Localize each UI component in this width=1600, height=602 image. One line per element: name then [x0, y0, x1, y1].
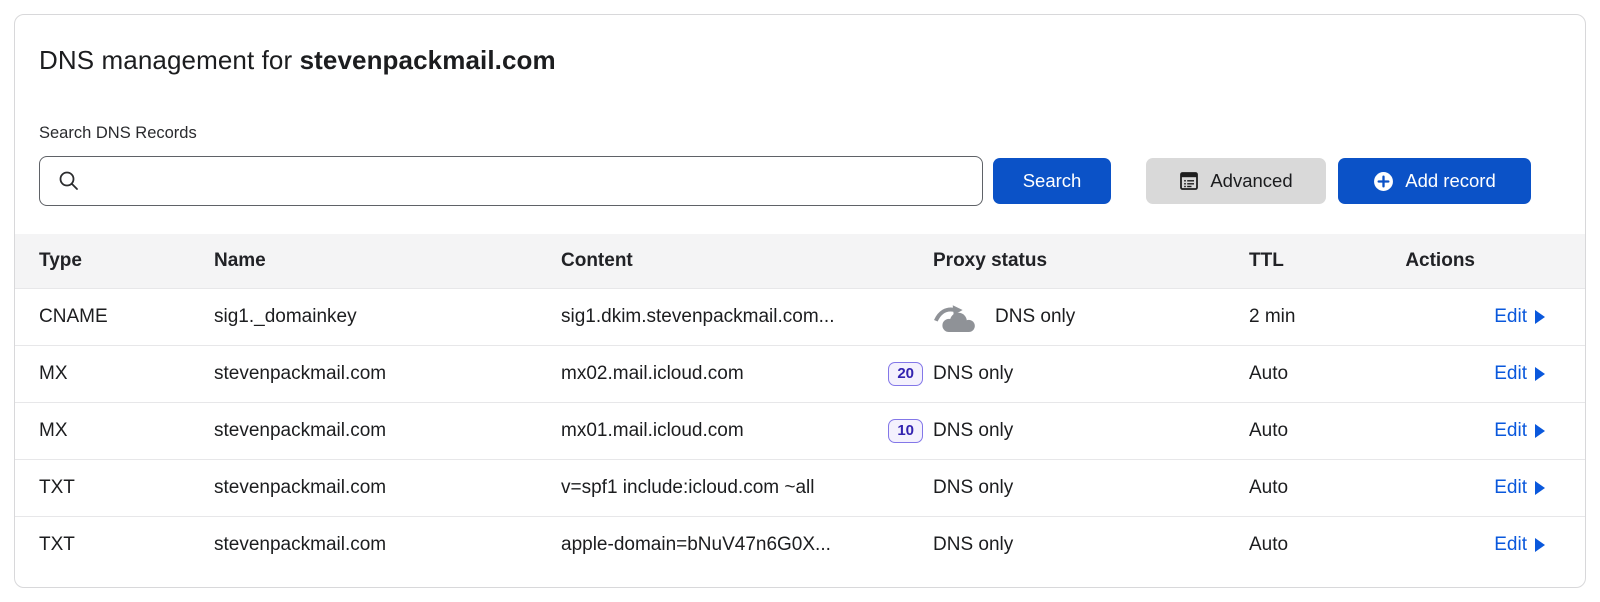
mx-priority-badge: 10 [888, 419, 923, 444]
mx-priority-badge: 20 [888, 362, 923, 387]
column-header-proxy-status: Proxy status [933, 250, 1249, 272]
advanced-button-label: Advanced [1210, 170, 1292, 192]
table-row: CNAME sig1._domainkey sig1.dkim.stevenpa… [15, 288, 1585, 345]
add-record-button-label: Add record [1405, 170, 1496, 192]
record-ttl: Auto [1249, 534, 1391, 556]
column-header-content: Content [561, 250, 933, 272]
edit-record-button[interactable]: Edit [1494, 477, 1545, 499]
dns-management-card: DNS management for stevenpackmail.com Se… [14, 14, 1586, 588]
search-controls: Search Advanced Add record [39, 156, 1585, 206]
record-name: stevenpackmail.com [214, 534, 561, 556]
right-triangle-icon [1535, 310, 1545, 324]
edit-record-button[interactable]: Edit [1494, 420, 1545, 442]
page-title: DNS management for stevenpackmail.com [39, 45, 1561, 76]
record-type: MX [39, 363, 214, 385]
record-content: mx02.mail.icloud.com [561, 363, 744, 385]
plus-circle-icon [1373, 171, 1394, 192]
column-header-name: Name [214, 250, 561, 272]
record-ttl: Auto [1249, 477, 1391, 499]
record-type: CNAME [39, 306, 214, 328]
edit-label: Edit [1494, 306, 1527, 328]
proxy-status-text: DNS only [933, 534, 1013, 556]
right-triangle-icon [1535, 424, 1545, 438]
search-dns-records-label: Search DNS Records [39, 124, 1561, 143]
record-name: stevenpackmail.com [214, 420, 561, 442]
column-header-type: Type [39, 250, 214, 272]
column-header-ttl: TTL [1249, 250, 1391, 272]
page-title-domain: stevenpackmail.com [300, 45, 556, 75]
table-row: MX stevenpackmail.com mx02.mail.icloud.c… [15, 345, 1585, 402]
edit-record-button[interactable]: Edit [1494, 363, 1545, 385]
record-proxy-status: DNS only [933, 363, 1249, 385]
record-content: v=spf1 include:icloud.com ~all [561, 477, 814, 499]
edit-record-button[interactable]: Edit [1494, 306, 1545, 328]
right-triangle-icon [1535, 538, 1545, 552]
record-name: stevenpackmail.com [214, 363, 561, 385]
record-ttl: 2 min [1249, 306, 1391, 328]
advanced-button[interactable]: Advanced [1146, 158, 1326, 204]
record-proxy-status: DNS only [933, 534, 1249, 556]
gray-cloud-arrow-icon [933, 301, 980, 333]
proxy-status-text: DNS only [995, 306, 1075, 328]
record-type: TXT [39, 477, 214, 499]
table-body: CNAME sig1._domainkey sig1.dkim.stevenpa… [15, 288, 1585, 573]
table-header-row: Type Name Content Proxy status TTL Actio… [15, 234, 1585, 288]
right-triangle-icon [1535, 367, 1545, 381]
record-name: sig1._domainkey [214, 306, 561, 328]
edit-label: Edit [1494, 363, 1527, 385]
list-document-icon [1179, 171, 1199, 191]
dns-records-table: Type Name Content Proxy status TTL Actio… [15, 234, 1585, 573]
table-row: MX stevenpackmail.com mx01.mail.icloud.c… [15, 402, 1585, 459]
search-input[interactable] [39, 156, 983, 206]
edit-record-button[interactable]: Edit [1494, 534, 1545, 556]
search-box [39, 156, 983, 206]
search-button[interactable]: Search [993, 158, 1111, 204]
record-ttl: Auto [1249, 420, 1391, 442]
record-type: TXT [39, 534, 214, 556]
right-triangle-icon [1535, 481, 1545, 495]
edit-label: Edit [1494, 534, 1527, 556]
add-record-button[interactable]: Add record [1338, 158, 1531, 204]
record-name: stevenpackmail.com [214, 477, 561, 499]
table-row: TXT stevenpackmail.com v=spf1 include:ic… [15, 459, 1585, 516]
record-content: mx01.mail.icloud.com [561, 420, 744, 442]
record-ttl: Auto [1249, 363, 1391, 385]
record-content: sig1.dkim.stevenpackmail.com... [561, 306, 835, 328]
record-proxy-status: DNS only [933, 420, 1249, 442]
proxy-status-text: DNS only [933, 363, 1013, 385]
column-header-actions: Actions [1391, 250, 1585, 272]
record-content: apple-domain=bNuV47n6G0X... [561, 534, 831, 556]
edit-label: Edit [1494, 477, 1527, 499]
page-title-prefix: DNS management for [39, 45, 300, 75]
edit-label: Edit [1494, 420, 1527, 442]
proxy-status-text: DNS only [933, 477, 1013, 499]
proxy-status-text: DNS only [933, 420, 1013, 442]
record-proxy-status: DNS only [933, 477, 1249, 499]
table-row: TXT stevenpackmail.com apple-domain=bNuV… [15, 516, 1585, 573]
record-proxy-status: DNS only [933, 301, 1249, 333]
record-type: MX [39, 420, 214, 442]
